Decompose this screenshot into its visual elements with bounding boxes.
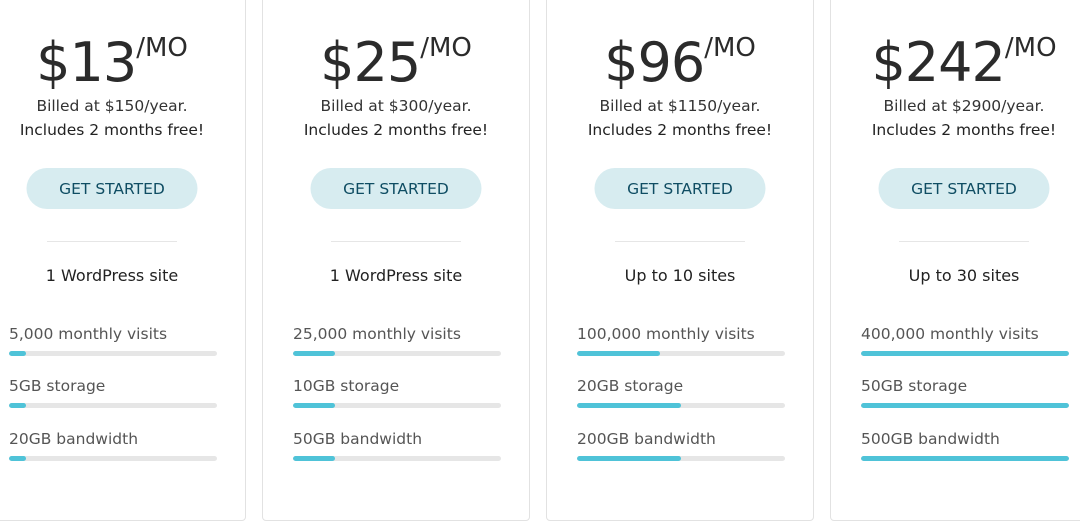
feature-progress-bar (861, 403, 1069, 408)
price-period: /MO (1004, 33, 1057, 63)
feature-label: 20GB bandwidth (9, 430, 139, 448)
feature-label: 25,000 monthly visits (293, 325, 461, 343)
free-months-text: Includes 2 months free! (303, 121, 489, 139)
feature-item: 200GB bandwidth (577, 430, 785, 461)
feature-label: 20GB storage (577, 377, 684, 395)
feature-item: 5GB storage (9, 377, 217, 408)
pricing-card: $25/MO Billed at $300/year. Includes 2 m… (262, 0, 530, 521)
feature-progress-bar (577, 351, 785, 356)
feature-progress-bar (861, 351, 1069, 356)
feature-progress-fill (861, 403, 1069, 408)
sites-count: Up to 30 sites (908, 266, 1020, 285)
feature-label: 5,000 monthly visits (9, 325, 168, 343)
pricing-card: $13/MO Billed at $150/year. Includes 2 m… (0, 0, 246, 521)
feature-progress-bar (293, 456, 501, 461)
feature-progress-fill (293, 456, 335, 461)
billed-text: Billed at $300/year. (320, 97, 472, 115)
pricing-card: $242/MO Billed at $2900/year. Includes 2… (830, 0, 1080, 521)
feature-item: 50GB bandwidth (293, 430, 501, 461)
feature-label: 500GB bandwidth (861, 430, 1000, 448)
price-period: /MO (136, 33, 188, 63)
price-amount: $96 (604, 31, 705, 94)
feature-progress-fill (577, 456, 681, 461)
plan-price: $96/MO (547, 31, 813, 94)
feature-label: 400,000 monthly visits (861, 325, 1039, 343)
feature-item: 50GB storage (861, 377, 1069, 408)
feature-progress-fill (293, 351, 335, 356)
feature-label: 100,000 monthly visits (577, 325, 755, 343)
billed-text: Billed at $1150/year. (599, 97, 761, 115)
pricing-card: $96/MO Billed at $1150/year. Includes 2 … (546, 0, 814, 521)
billed-text: Billed at $2900/year. (883, 97, 1045, 115)
feature-label: 50GB storage (861, 377, 968, 395)
feature-progress-bar (577, 456, 785, 461)
feature-progress-bar (577, 403, 785, 408)
feature-progress-fill (577, 403, 681, 408)
free-months-text: Includes 2 months free! (19, 121, 205, 139)
feature-progress-bar (9, 351, 217, 356)
feature-item: 20GB storage (577, 377, 785, 408)
get-started-button[interactable]: GET STARTED (878, 168, 1050, 209)
price-period: /MO (420, 33, 472, 63)
feature-item: 10GB storage (293, 377, 501, 408)
get-started-button[interactable]: GET STARTED (310, 168, 482, 209)
feature-progress-bar (9, 456, 217, 461)
sites-count: 1 WordPress site (329, 266, 463, 285)
feature-label: 200GB bandwidth (577, 430, 716, 448)
feature-progress-bar (861, 456, 1069, 461)
billed-text: Billed at $150/year. (36, 97, 188, 115)
feature-progress-bar (293, 351, 501, 356)
divider (331, 241, 461, 242)
price-amount: $242 (871, 31, 1005, 94)
divider (899, 241, 1029, 242)
free-months-text: Includes 2 months free! (587, 121, 773, 139)
divider (615, 241, 745, 242)
feature-label: 5GB storage (9, 377, 106, 395)
feature-label: 10GB storage (293, 377, 400, 395)
feature-item: 25,000 monthly visits (293, 325, 501, 356)
feature-progress-bar (9, 403, 217, 408)
feature-item: 20GB bandwidth (9, 430, 217, 461)
feature-progress-fill (293, 403, 335, 408)
price-period: /MO (704, 33, 756, 63)
price-amount: $13 (36, 31, 137, 94)
sites-count: Up to 10 sites (624, 266, 736, 285)
feature-progress-fill (9, 351, 26, 356)
price-amount: $25 (320, 31, 421, 94)
feature-progress-fill (9, 456, 26, 461)
sites-count: 1 WordPress site (45, 266, 179, 285)
get-started-button[interactable]: GET STARTED (594, 168, 766, 209)
feature-item: 400,000 monthly visits (861, 325, 1069, 356)
feature-item: 500GB bandwidth (861, 430, 1069, 461)
free-months-text: Includes 2 months free! (871, 121, 1057, 139)
feature-progress-fill (9, 403, 26, 408)
feature-progress-fill (577, 351, 661, 356)
get-started-button[interactable]: GET STARTED (26, 168, 198, 209)
feature-item: 5,000 monthly visits (9, 325, 217, 356)
plan-price: $25/MO (263, 31, 529, 94)
divider (47, 241, 177, 242)
feature-progress-fill (861, 456, 1069, 461)
plan-price: $13/MO (0, 31, 245, 94)
feature-label: 50GB bandwidth (293, 430, 423, 448)
feature-progress-bar (293, 403, 501, 408)
feature-progress-fill (861, 351, 1069, 356)
plan-price: $242/MO (831, 31, 1080, 94)
feature-item: 100,000 monthly visits (577, 325, 785, 356)
